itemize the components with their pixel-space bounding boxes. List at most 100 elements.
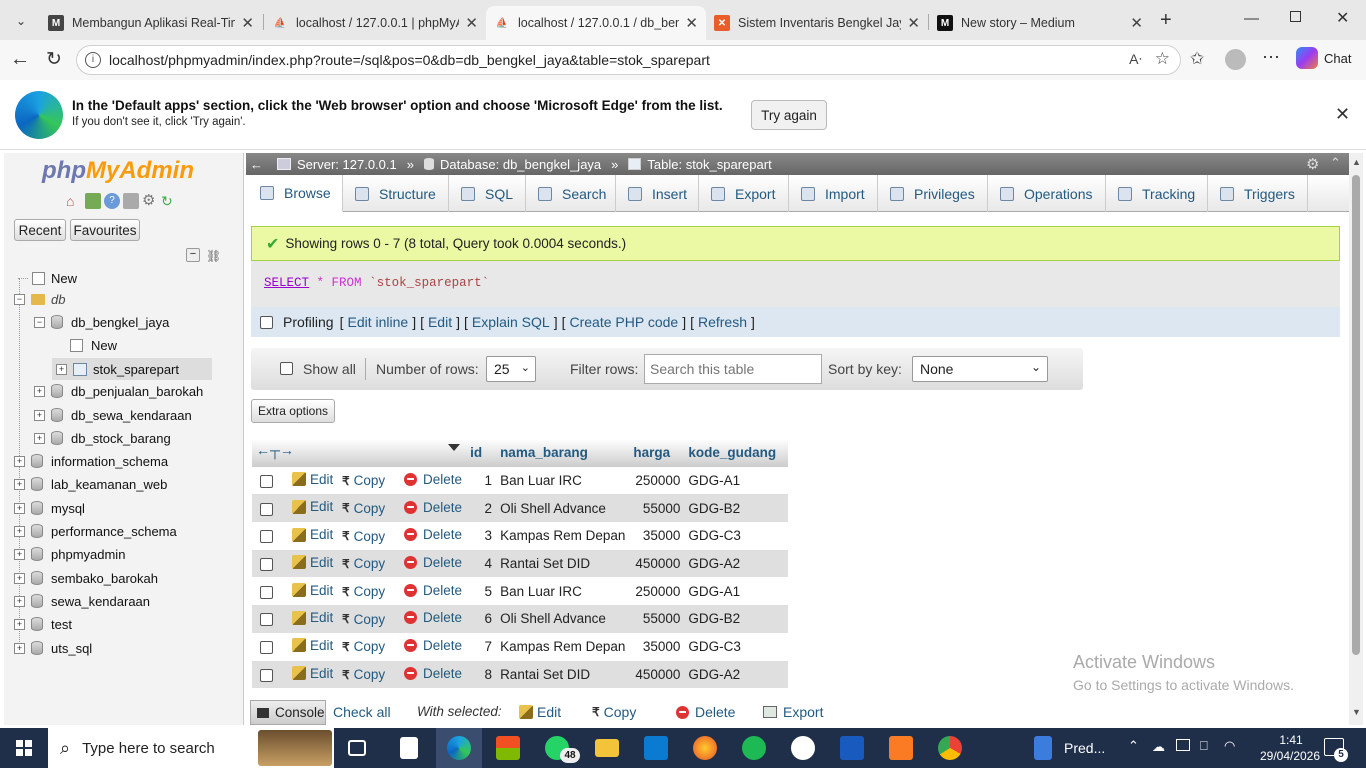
edge-taskbar-active[interactable]: [436, 728, 482, 768]
collapse-top-icon[interactable]: ⌃: [1330, 155, 1341, 171]
tree-item-db-sewa-kendaraan[interactable]: + db_sewa_kendaraan: [34, 407, 192, 423]
cell-id[interactable]: 1: [466, 466, 497, 495]
chevron-up-icon[interactable]: ⌃: [1128, 738, 1139, 754]
row-delete[interactable]: Delete: [400, 660, 467, 689]
tree-item-new[interactable]: New: [18, 270, 77, 286]
column-header-harga[interactable]: harga: [629, 439, 685, 467]
row-checkbox[interactable]: [260, 613, 273, 627]
expand-icon[interactable]: +: [34, 409, 45, 421]
info-icon[interactable]: i: [85, 52, 101, 68]
expand-icon[interactable]: +: [34, 385, 45, 397]
breadcrumb-table[interactable]: Table: stok_sparepart: [647, 157, 771, 172]
cell-harga[interactable]: 450000: [629, 660, 685, 689]
row-edit[interactable]: Edit: [282, 466, 338, 495]
close-icon[interactable]: ✕: [241, 14, 254, 32]
cell-nama-barang[interactable]: Rantai Set DID: [496, 549, 630, 578]
tree-item-lab-keamanan-web[interactable]: + lab_keamanan_web: [14, 476, 167, 492]
close-icon[interactable]: ✕: [1130, 14, 1143, 32]
row-delete[interactable]: Delete: [400, 494, 467, 523]
cell-harga[interactable]: 55000: [629, 494, 685, 523]
expand-icon[interactable]: +: [14, 618, 25, 630]
app-settings-icon[interactable]: [791, 736, 815, 760]
profiling-checkbox[interactable]: [260, 315, 273, 329]
collapse-nav-arrow-icon[interactable]: ←: [250, 157, 263, 172]
network-icon[interactable]: ☁: [1152, 739, 1165, 755]
row-copy[interactable]: ₹ Copy: [338, 549, 400, 578]
number-of-rows-select[interactable]: 25 ⌄: [486, 356, 536, 382]
bulk-delete-button[interactable]: Delete: [676, 704, 735, 720]
cell-harga[interactable]: 450000: [629, 549, 685, 578]
word-icon[interactable]: [840, 736, 864, 760]
vscode-icon[interactable]: [644, 736, 668, 760]
settings-gear-icon[interactable]: ⚙: [1306, 155, 1319, 173]
row-copy[interactable]: ₹ Copy: [338, 660, 400, 689]
console-button[interactable]: Console: [250, 700, 326, 725]
row-copy[interactable]: ₹ Copy: [338, 605, 400, 633]
back-arrow-icon[interactable]: ←: [10, 48, 30, 71]
tab-privileges[interactable]: Privileges: [878, 175, 988, 212]
tab-import[interactable]: Import: [789, 175, 878, 212]
sort-triangle-icon[interactable]: [448, 444, 461, 451]
close-icon[interactable]: ✕: [465, 14, 478, 32]
spotify-icon[interactable]: [742, 736, 766, 760]
cell-kode-gudang[interactable]: GDG-A2: [684, 660, 789, 689]
favorites-icon[interactable]: ✩: [1190, 49, 1204, 69]
cell-harga[interactable]: 35000: [629, 632, 685, 661]
row-delete[interactable]: Delete: [400, 632, 467, 661]
row-edit[interactable]: Edit: [282, 660, 338, 689]
row-checkbox[interactable]: [260, 502, 273, 516]
row-edit[interactable]: Edit: [282, 577, 338, 606]
browser-tab-1[interactable]: M Membangun Aplikasi Real-Tim ✕: [40, 6, 262, 40]
cell-harga[interactable]: 250000: [629, 466, 685, 495]
main-scrollbar[interactable]: ▲ ▼: [1349, 153, 1363, 725]
favourites-tab[interactable]: Favourites: [70, 219, 140, 241]
expand-icon[interactable]: +: [14, 525, 25, 537]
minimize-icon[interactable]: —: [1244, 10, 1259, 27]
row-edit[interactable]: Edit: [282, 494, 338, 523]
camera-icon[interactable]: ⎕: [1200, 738, 1208, 754]
row-checkbox[interactable]: [260, 668, 273, 682]
filter-rows-input[interactable]: [644, 354, 822, 384]
file-explorer-icon[interactable]: [595, 739, 619, 757]
browser-tab-2[interactable]: ⛵ localhost / 127.0.0.1 | phpMyA ✕: [264, 6, 486, 40]
expand-icon[interactable]: +: [14, 642, 25, 654]
collapse-icon[interactable]: −: [14, 293, 25, 305]
cell-kode-gudang[interactable]: GDG-A2: [684, 549, 789, 578]
try-again-button[interactable]: Try again: [751, 100, 827, 130]
row-edit[interactable]: Edit: [282, 549, 338, 578]
tab-insert[interactable]: Insert: [616, 175, 699, 212]
column-header-nama-barang[interactable]: nama_barang: [496, 439, 630, 467]
recent-tab[interactable]: Recent: [14, 219, 66, 241]
show-all-checkbox[interactable]: [280, 362, 293, 375]
cell-id[interactable]: 6: [466, 605, 497, 633]
tree-item-sembako-barokah[interactable]: + sembako_barokah: [14, 570, 158, 586]
row-checkbox[interactable]: [260, 585, 273, 599]
reload-nav-icon[interactable]: ↻: [161, 193, 177, 209]
file-icon[interactable]: [400, 737, 418, 759]
cell-nama-barang[interactable]: Kampas Rem Depan: [496, 632, 630, 661]
row-checkbox[interactable]: [260, 558, 273, 572]
clock-date[interactable]: 29/04/2026: [1252, 749, 1328, 763]
row-edit[interactable]: Edit: [282, 605, 338, 633]
expand-icon[interactable]: +: [14, 595, 25, 607]
bulk-export-button[interactable]: Export: [763, 704, 823, 720]
tree-item-db-group[interactable]: − db: [14, 291, 65, 307]
sql-keyword-select[interactable]: SELECT: [264, 276, 309, 290]
cell-kode-gudang[interactable]: GDG-A1: [684, 577, 789, 606]
column-header-kode-gudang[interactable]: kode_gudang: [684, 439, 789, 467]
row-checkbox[interactable]: [260, 641, 273, 655]
reload-icon[interactable]: ↻: [46, 48, 62, 71]
bulk-edit-button[interactable]: Edit: [519, 704, 561, 720]
help-icon[interactable]: ?: [104, 193, 120, 209]
tree-item-stok-sparepart[interactable]: + stok_sparepart: [52, 358, 212, 380]
cell-id[interactable]: 8: [466, 660, 497, 689]
battery-icon[interactable]: [1176, 739, 1190, 751]
profile-avatar[interactable]: [1225, 49, 1246, 70]
create-php-code-link[interactable]: Create PHP code: [569, 314, 678, 330]
row-delete[interactable]: Delete: [400, 522, 467, 550]
expand-icon[interactable]: +: [14, 502, 25, 514]
xampp-icon[interactable]: [889, 736, 913, 760]
browser-tab-3-active[interactable]: ⛵ localhost / 127.0.0.1 / db_beng ✕: [486, 6, 706, 40]
chrome-icon[interactable]: [938, 736, 962, 760]
breadcrumb-database[interactable]: Database: db_bengkel_jaya: [440, 157, 601, 172]
